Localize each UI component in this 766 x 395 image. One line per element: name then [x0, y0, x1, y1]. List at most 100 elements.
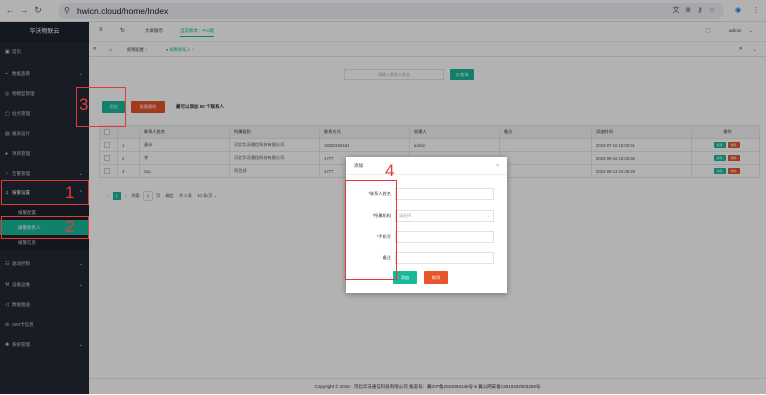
zoom-icon[interactable]: ⊕	[683, 6, 693, 16]
page-number-input[interactable]: 1	[142, 191, 153, 201]
batch-delete-button[interactable]: 批量删除	[131, 101, 165, 113]
close-icon[interactable]: ×	[496, 157, 499, 175]
search-button[interactable]: Q 查询	[450, 69, 474, 80]
sidebar-item-home[interactable]: ▣ 首页	[0, 44, 89, 60]
chevron-up-icon: ⌃	[78, 190, 83, 196]
edit-button[interactable]: 编辑	[713, 142, 726, 148]
translate-icon[interactable]: 文	[671, 6, 681, 16]
close-icon[interactable]: ×	[192, 47, 194, 52]
forward-icon[interactable]: →	[18, 4, 30, 16]
home-tab-icon[interactable]: ⌂	[109, 45, 112, 55]
user-menu[interactable]: admin	[729, 28, 741, 33]
sidebar-item-label: 数据推送	[12, 302, 30, 307]
sidebar-item-alarm-info[interactable]: 报警信息	[0, 235, 89, 250]
double-chevron-left-icon[interactable]: «	[93, 44, 96, 54]
cancel-button[interactable]: 取消	[424, 271, 448, 284]
reload-icon[interactable]: ↻	[32, 4, 44, 16]
sidebar-item-push[interactable]: ◁ 数据推送	[0, 297, 89, 313]
menu-dots-icon[interactable]: ⋮	[751, 6, 761, 16]
big-screen-link[interactable]: 大屏展示	[145, 28, 163, 34]
select-placeholder: 请选择	[399, 213, 411, 218]
sidebar-item-alarm-settings[interactable]: ♫ 报警设置 ⌃	[0, 185, 89, 201]
menu-icon[interactable]: ≡	[99, 27, 103, 33]
col-header-phone[interactable]: 联系方式	[319, 125, 410, 139]
chevron-down-icon: ⌄	[78, 282, 83, 288]
search-placeholder: 请输入联系人姓名	[378, 72, 410, 77]
app-header: ≡ ↻ 大屏展示 当前版本：Pro版 ⛶ admin ⌄	[89, 22, 766, 42]
fullscreen-icon[interactable]: ⛶	[706, 28, 710, 34]
select-all-checkbox[interactable]	[104, 129, 110, 135]
key-icon[interactable]: ⚷	[695, 6, 705, 16]
sidebar-item-alarm[interactable]: ◔ 告警管理 ⌄	[0, 166, 89, 182]
edit-button[interactable]: 编辑	[713, 155, 726, 161]
search-input[interactable]: 请输入联系人姓名	[344, 69, 444, 80]
prev-page-icon[interactable]: ‹	[107, 193, 108, 198]
cell-org: 河北华沃通信科技有限公司	[229, 138, 320, 152]
sidebar-item-alarm-config[interactable]: 报警配置	[0, 205, 89, 220]
chevron-down-icon: ⌄	[78, 171, 83, 177]
chevron-down-icon: ⌄	[78, 261, 83, 267]
cell-actions: 编辑 删除	[691, 138, 760, 152]
row-checkbox[interactable]	[104, 168, 110, 174]
contact-name-input[interactable]	[395, 188, 494, 200]
sidebar: 华沃物联云 ▣ 首页 ⌁ 数据查看 ⌄ ◎ 物模型管理 ▢ 站点管理 ▤ 报表设计 ● 项目管…	[0, 22, 89, 394]
chevron-down-icon[interactable]: ⌄	[753, 45, 757, 55]
table-row: 1 唐沛 河北华沃通信科技有限公司 18330189161 admin 2023…	[99, 138, 760, 152]
sidebar-item-label: 数据查看	[12, 71, 30, 76]
next-page-icon[interactable]: ›	[125, 193, 126, 198]
col-header-time[interactable]: 添加时间	[591, 125, 692, 139]
close-icon[interactable]: ×	[145, 47, 147, 52]
sidebar-item-alarm-contacts[interactable]: 报警联系人	[0, 220, 89, 235]
col-header-org[interactable]: 所属组织	[229, 125, 320, 139]
sidebar-item-model[interactable]: ◎ 物模型管理	[0, 86, 89, 102]
table-header-row: 联系人姓名 所属组织 联系方式 创建人 备注 添加时间 操作	[99, 125, 760, 139]
sidebar-item-drive[interactable]: ☷ 驱动控制 ⌄	[0, 256, 89, 272]
phone-input[interactable]	[395, 231, 494, 243]
total-count: 共 3 条	[179, 193, 193, 198]
cell-actions: 编辑 删除	[691, 151, 760, 165]
site-info-icon[interactable]: ⚲	[64, 6, 70, 15]
sidebar-item-sim[interactable]: ⊘ SIM卡信息	[0, 317, 89, 333]
back-icon[interactable]: ←	[4, 4, 16, 16]
row-checkbox[interactable]	[104, 142, 110, 148]
double-chevron-right-icon[interactable]: »	[739, 44, 742, 54]
row-checkbox[interactable]	[104, 155, 110, 161]
tab-alarm-config[interactable]: 报警配置 ×	[127, 45, 147, 55]
goto-confirm-button[interactable]: 确定	[165, 193, 173, 198]
annotation-number-1: 1	[65, 183, 75, 202]
sidebar-item-report[interactable]: ▤ 报表设计	[0, 126, 89, 142]
add-button[interactable]: 添加	[102, 101, 125, 113]
profile-icon[interactable]: ◉	[733, 6, 743, 16]
delete-button[interactable]: 删除	[727, 142, 740, 148]
col-header-creator[interactable]: 创建人	[409, 125, 500, 139]
tab-alarm-contacts[interactable]: ● 报警联系人 ×	[166, 45, 194, 55]
delete-button[interactable]: 删除	[727, 155, 740, 161]
sidebar-item-data-view[interactable]: ⌁ 数据查看 ⌄	[0, 66, 89, 82]
cube-icon: ◎	[5, 91, 10, 97]
add-contact-dialog: 添加 × *联系人姓名 *所属机构 请选择 ⌄ *手机号 备注 添加 取消	[346, 157, 507, 293]
current-page[interactable]: 1	[112, 192, 121, 200]
row-select-cell	[99, 164, 118, 178]
sidebar-item-system[interactable]: ✺ 系统管理 ⌄	[0, 337, 89, 353]
edit-button[interactable]: 编辑	[713, 168, 726, 174]
sidebar-item-ops[interactable]: ⚒ 设备运维 ⌄	[0, 277, 89, 293]
page-size-select[interactable]: 10 条/页	[197, 193, 212, 198]
org-select[interactable]: 请选择 ⌄	[395, 210, 494, 222]
chart-icon: ⌁	[5, 71, 9, 77]
col-header-remark[interactable]: 备注	[499, 125, 592, 139]
sidebar-item-label: 项目管理	[12, 151, 30, 156]
sidebar-item-project[interactable]: ● 项目管理	[0, 146, 89, 162]
pagination: ‹ 1 › 到第 1 页 确定 共 3 条 10 条/页 ⌄	[107, 191, 217, 201]
col-header-name[interactable]: 联系人姓名	[139, 125, 230, 139]
refresh-icon[interactable]: ↻	[120, 27, 125, 34]
address-bar[interactable]: ⚲ hwicn.cloud/home/Index	[58, 3, 724, 19]
remark-input[interactable]	[395, 252, 494, 264]
star-icon[interactable]: ☆	[707, 6, 717, 16]
cell-actions: 编辑 删除	[691, 164, 760, 178]
sidebar-item-sites[interactable]: ▢ 站点管理	[0, 106, 89, 122]
sidebar-item-label: 报警联系人	[18, 225, 41, 230]
confirm-add-button[interactable]: 添加	[393, 271, 417, 284]
delete-button[interactable]: 删除	[727, 168, 740, 174]
cell-creator: admin	[409, 138, 500, 152]
sidebar-item-label: 报警设置	[12, 190, 30, 195]
